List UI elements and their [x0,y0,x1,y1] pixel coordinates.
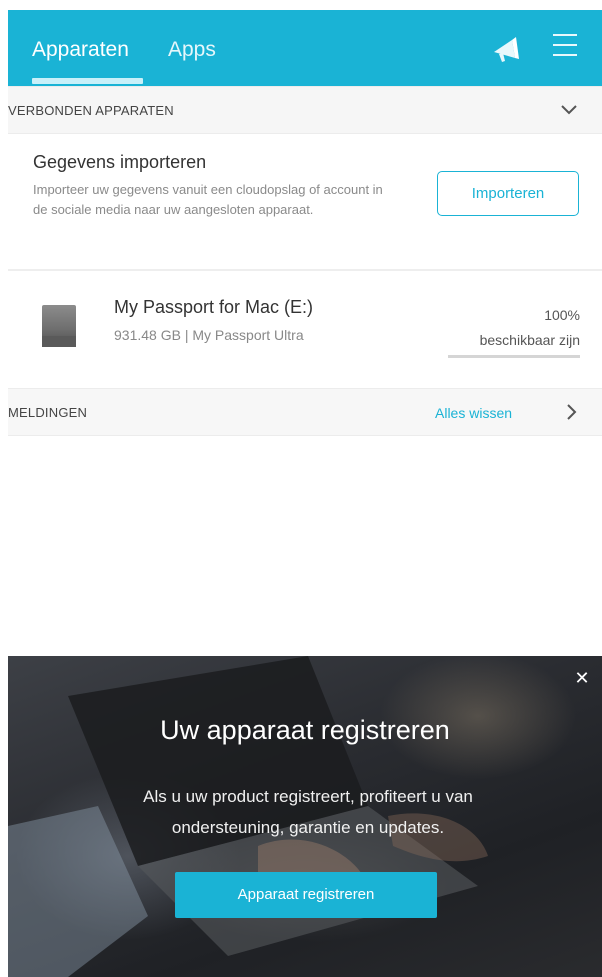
app-window: Apparaten Apps VERBONDEN APPARATEN Gegev… [8,10,602,977]
device-row[interactable]: My Passport for Mac (E:) 931.48 GB | My … [8,272,602,388]
import-data-row: Gegevens importeren Importeer uw gegeven… [8,133,602,271]
banner-text: Als u uw product registreert, profiteert… [143,787,473,837]
device-details: 931.48 GB | My Passport Ultra [114,327,304,343]
tab-devices[interactable]: Apparaten [32,38,129,62]
device-percent: 100% [544,307,580,323]
connected-devices-header[interactable]: VERBONDEN APPARATEN [8,86,602,134]
notifications-header: MELDINGEN Alles wissen [8,388,602,436]
tab-apps[interactable]: Apps [168,38,216,62]
capacity-bar [448,355,580,358]
connected-devices-title: VERBONDEN APPARATEN [8,103,174,118]
register-device-button[interactable]: Apparaat registreren [175,872,437,918]
active-tab-indicator [32,78,143,84]
banner-title: Uw apparaat registreren [160,715,450,745]
megaphone-icon[interactable] [490,34,522,64]
import-description: Importeer uw gegevens vanuit een cloudop… [33,182,383,217]
device-name: My Passport for Mac (E:) [114,297,314,317]
close-icon[interactable]: ✕ [574,669,590,687]
chevron-right-icon[interactable] [566,403,578,426]
hamburger-menu-icon[interactable] [553,34,579,60]
capacity-bar-fill [448,355,580,358]
hard-drive-icon [41,304,77,348]
clear-all-link[interactable]: Alles wissen [435,405,512,421]
notifications-title: MELDINGEN [8,405,88,420]
device-status: beschikbaar zijn [479,332,580,348]
register-banner: ✕ Uw apparaat registreren Als u uw produ… [8,656,602,977]
top-header: Apparaten Apps [8,10,602,86]
import-button[interactable]: Importeren [437,171,579,216]
import-title: Gegevens importeren [33,152,207,172]
chevron-down-icon[interactable] [560,103,578,121]
